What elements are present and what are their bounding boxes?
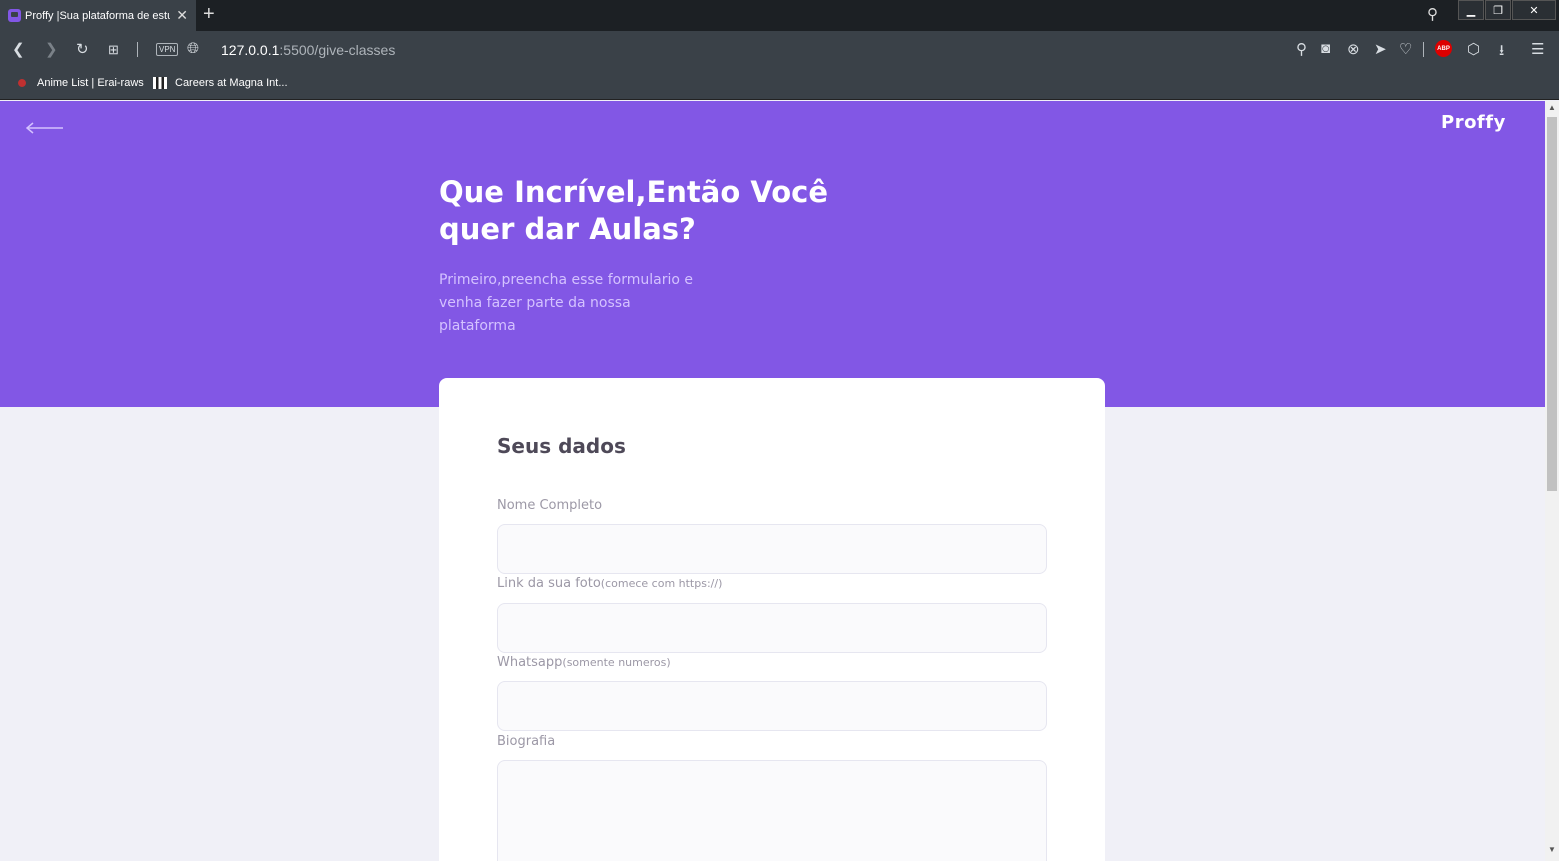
address-bar[interactable]: 127.0.0.1:5500/give-classes [221, 42, 395, 58]
toolbar-separator [1423, 42, 1424, 57]
whatsapp-input[interactable] [497, 681, 1047, 731]
browser-tabbar: Proffy |Sua plataforma de estudos ✕ + ⚲ … [0, 0, 1559, 31]
bio-label-text: Biografia [497, 734, 556, 749]
url-host: 127.0.0.1 [221, 42, 280, 58]
tab-title: Proffy |Sua plataforma de estudos [25, 9, 170, 22]
restore-button[interactable]: ❐ [1485, 0, 1511, 20]
toolbar-separator [137, 42, 138, 57]
url-path: :5500/give-classes [279, 42, 396, 58]
page-title: Que Incrível,Então Você quer dar Aulas? [439, 175, 829, 246]
name-label-text: Nome Completo [497, 498, 603, 513]
browser-toolbar: ❮ ❯ ↻ ⊞ VPN 🌐︎ 127.0.0.1:5500/give-class… [0, 31, 1559, 69]
avatar-label-hint: (comece com https://) [600, 577, 723, 590]
download-icon[interactable]: ⭳ [1499, 40, 1504, 65]
tab-close-icon[interactable]: ✕ [176, 7, 188, 24]
close-window-button[interactable]: ✕ [1512, 0, 1556, 20]
erai-raws-icon [15, 77, 29, 89]
tab-search-icon[interactable]: ⚲ [1427, 5, 1438, 23]
vpn-badge[interactable]: VPN [156, 43, 179, 56]
scroll-down-icon[interactable]: ▼ [1548, 845, 1556, 854]
proffy-logo: Proffy [1441, 112, 1506, 133]
avatar-url-input[interactable] [497, 603, 1047, 653]
page-header: Proffy Que Incrível,Então Você quer dar … [0, 101, 1545, 407]
new-tab-icon[interactable]: + [203, 3, 215, 26]
whatsapp-label: Whatsapp(somente numeros) [497, 655, 671, 670]
heart-icon[interactable]: ♡ [1399, 40, 1412, 58]
page-subtitle: Primeiro,preencha esse formulario e venh… [439, 272, 694, 334]
proffy-favicon-icon [8, 9, 21, 22]
bio-label: Biografia [497, 734, 555, 749]
bookmark-item[interactable]: Careers at Magna Int... [153, 77, 288, 89]
browser-tab-active[interactable]: Proffy |Sua plataforma de estudos ✕ [0, 0, 196, 31]
back-arrow-icon[interactable] [26, 121, 64, 135]
magna-icon [153, 77, 167, 89]
speed-dial-icon[interactable]: ⊞ [108, 42, 119, 58]
section-title: Seus dados [497, 434, 626, 458]
forward-icon[interactable]: ❯ [45, 40, 58, 58]
name-label: Nome Completo [497, 498, 602, 513]
name-input[interactable] [497, 524, 1047, 574]
form-card: Seus dados Nome Completo Link da sua fot… [439, 378, 1105, 861]
menu-icon[interactable]: ☰ [1531, 40, 1544, 58]
bio-textarea[interactable] [497, 760, 1047, 861]
scroll-up-icon[interactable]: ▲ [1548, 103, 1556, 112]
block-icon[interactable]: ⊗ [1347, 40, 1360, 58]
adblock-icon[interactable]: ABP [1435, 40, 1452, 57]
minimize-button[interactable]: ▁ [1458, 0, 1484, 20]
avatar-label-text: Link da sua foto [497, 576, 601, 591]
bookmark-label: Careers at Magna Int... [175, 77, 288, 89]
back-icon[interactable]: ❮ [12, 40, 25, 58]
globe-icon[interactable]: 🌐︎ [187, 40, 199, 57]
whatsapp-label-text: Whatsapp [497, 655, 563, 670]
scrollbar-thumb[interactable] [1547, 117, 1557, 491]
page-scrollbar[interactable]: ▲ ▼ [1545, 101, 1559, 861]
bookmark-item[interactable]: Anime List | Erai-raws [15, 77, 144, 89]
avatar-label: Link da sua foto(comece com https://) [497, 576, 722, 591]
bookmarks-bar: Anime List | Erai-raws Careers at Magna … [0, 69, 1559, 100]
zoom-search-icon[interactable]: ⚲ [1296, 40, 1307, 58]
whatsapp-label-hint: (somente numeros) [562, 656, 671, 669]
page-content: Proffy Que Incrível,Então Você quer dar … [0, 101, 1545, 861]
snapshot-icon[interactable]: ◙ [1321, 40, 1330, 57]
reload-icon[interactable]: ↻ [76, 40, 89, 58]
send-icon[interactable]: ➤ [1374, 40, 1387, 58]
bookmark-label: Anime List | Erai-raws [37, 77, 144, 89]
cube-icon[interactable]: ⬡ [1467, 40, 1480, 58]
